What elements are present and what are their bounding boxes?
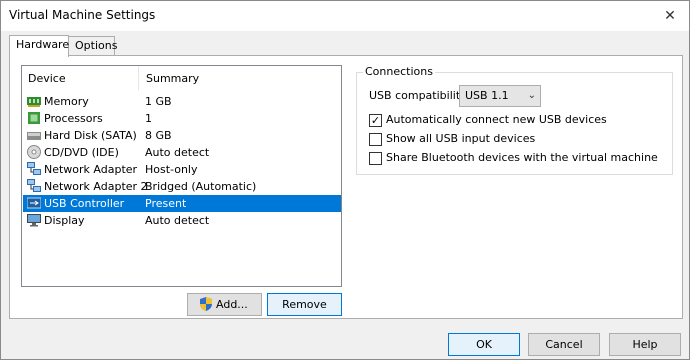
- device-summary: 8 GB: [145, 129, 172, 142]
- network-adapter-icon: [27, 179, 41, 193]
- add-button[interactable]: Add...: [187, 293, 262, 316]
- column-header-device[interactable]: Device: [28, 72, 66, 85]
- device-summary: 1: [145, 112, 152, 125]
- device-name: CD/DVD (IDE): [44, 146, 119, 159]
- column-header-summary[interactable]: Summary: [146, 72, 199, 85]
- column-separator[interactable]: [138, 66, 139, 90]
- connections-group: Connections USB compatibility: USB 1.1 ⌄…: [356, 65, 673, 175]
- device-row-display[interactable]: Display Auto detect: [23, 212, 341, 229]
- tab-hardware[interactable]: Hardware: [9, 35, 69, 57]
- device-summary: 1 GB: [145, 95, 172, 108]
- device-summary: Auto detect: [145, 214, 210, 227]
- device-row-hard-disk[interactable]: Hard Disk (SATA) 8 GB: [23, 127, 341, 144]
- device-name: USB Controller: [44, 197, 125, 210]
- memory-icon: [27, 94, 41, 108]
- help-button[interactable]: Help: [609, 333, 681, 356]
- device-summary: Present: [145, 197, 187, 210]
- title-bar: Virtual Machine Settings ✕: [1, 1, 689, 31]
- tab-options[interactable]: Options: [68, 36, 117, 56]
- show-usb-input-checkbox[interactable]: [369, 133, 382, 146]
- device-name: Processors: [44, 112, 103, 125]
- device-row-processors[interactable]: Processors 1: [23, 110, 341, 127]
- close-button[interactable]: ✕: [657, 5, 683, 27]
- device-row-network-adapter[interactable]: Network Adapter Host-only: [23, 161, 341, 178]
- device-row-memory[interactable]: Memory 1 GB: [23, 93, 341, 110]
- uac-shield-icon: [199, 297, 213, 311]
- connections-group-title: Connections: [363, 65, 435, 78]
- cancel-button[interactable]: Cancel: [528, 333, 600, 356]
- usb-compatibility-value: USB 1.1: [465, 89, 509, 102]
- device-name: Hard Disk (SATA): [44, 129, 137, 142]
- device-summary: Auto detect: [145, 146, 210, 159]
- add-button-label: Add...: [216, 298, 248, 311]
- settings-window: Virtual Machine Settings ✕ Hardware Opti…: [0, 0, 690, 360]
- device-rows: Memory 1 GB Processors 1 Hard Disk (SATA…: [23, 93, 341, 229]
- device-name: Network Adapter: [44, 163, 138, 176]
- device-name: Memory: [44, 95, 89, 108]
- device-name: Display: [44, 214, 85, 227]
- window-title: Virtual Machine Settings: [9, 8, 156, 22]
- share-bluetooth-label: Share Bluetooth devices with the virtual…: [386, 151, 658, 164]
- device-row-network-adapter-2[interactable]: Network Adapter 2 Bridged (Automatic): [23, 178, 341, 195]
- device-row-usb-controller[interactable]: USB Controller Present: [23, 195, 341, 212]
- hardware-panel: Device Summary Memory 1 GB Processors 1 …: [9, 55, 683, 319]
- hard-disk-icon: [27, 128, 41, 142]
- chevron-down-icon: ⌄: [527, 90, 536, 101]
- device-row-cd-dvd[interactable]: CD/DVD (IDE) Auto detect: [23, 144, 341, 161]
- remove-button[interactable]: Remove: [267, 293, 342, 316]
- show-usb-input-label: Show all USB input devices: [386, 132, 536, 145]
- display-icon: [27, 213, 41, 227]
- usb-compatibility-dropdown[interactable]: USB 1.1 ⌄: [459, 85, 541, 107]
- auto-connect-label: Automatically connect new USB devices: [386, 113, 607, 126]
- usb-compatibility-label: USB compatibility:: [369, 89, 470, 102]
- device-summary: Host-only: [145, 163, 198, 176]
- device-list[interactable]: Device Summary Memory 1 GB Processors 1 …: [21, 65, 342, 287]
- list-header: Device Summary: [22, 66, 341, 90]
- ok-button[interactable]: OK: [448, 333, 520, 356]
- usb-icon: [26, 196, 42, 210]
- network-adapter-icon: [27, 162, 41, 176]
- device-summary: Bridged (Automatic): [145, 180, 257, 193]
- auto-connect-checkbox[interactable]: ✓: [369, 114, 382, 127]
- share-bluetooth-checkbox[interactable]: [369, 152, 382, 165]
- processor-icon: [27, 111, 41, 125]
- device-name: Network Adapter 2: [44, 180, 148, 193]
- cd-dvd-icon: [27, 145, 41, 159]
